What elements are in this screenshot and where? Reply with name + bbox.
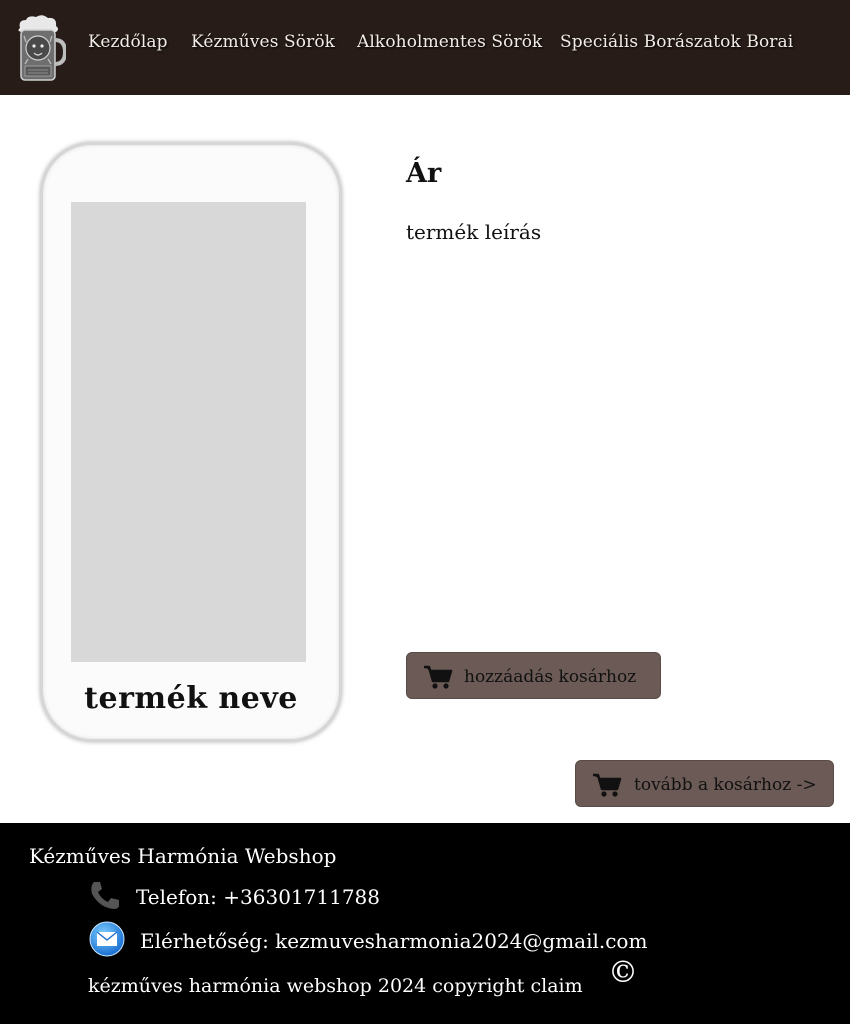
footer-phone: Telefon: +36301711788 <box>136 885 381 909</box>
site-header: Kezdőlap Kézműves Sörök Alkoholmentes Sö… <box>0 0 850 95</box>
mail-icon <box>89 921 125 957</box>
product-card: termék neve <box>40 142 342 742</box>
nav-item-alkoholmentes-sorok[interactable]: Alkoholmentes Sörök <box>357 32 542 52</box>
cart-icon <box>424 665 453 689</box>
add-to-cart-button[interactable]: hozzáadás kosárhoz <box>406 652 661 699</box>
add-to-cart-label: hozzáadás kosárhoz <box>464 667 637 687</box>
main-nav: Kezdőlap Kézműves Sörök Alkoholmentes Sö… <box>0 32 850 60</box>
copyright-symbol: © <box>608 955 638 990</box>
nav-item-kezdolap[interactable]: Kezdőlap <box>88 32 168 52</box>
product-image <box>71 202 306 662</box>
site-footer: Kézműves Harmónia Webshop Telefon: +3630… <box>0 823 850 1024</box>
footer-title: Kézműves Harmónia Webshop <box>29 844 337 868</box>
product-description: termék leírás <box>406 220 542 244</box>
footer-email: Elérhetőség: kezmuvesharmonia2024@gmail.… <box>140 929 648 953</box>
go-to-cart-button[interactable]: tovább a kosárhoz -> <box>575 760 834 807</box>
nav-item-kezmuves-sorok[interactable]: Kézműves Sörök <box>191 32 335 52</box>
footer-copyright: kézműves harmónia webshop 2024 copyright… <box>88 975 583 997</box>
cart-icon <box>593 773 622 797</box>
phone-icon <box>91 882 119 909</box>
product-price: Ár <box>406 158 442 189</box>
nav-item-specialis-boraszatok-borai[interactable]: Speciális Borászatok Borai <box>560 32 793 52</box>
go-to-cart-label: tovább a kosárhoz -> <box>634 775 817 795</box>
product-name: termék neve <box>84 681 298 716</box>
